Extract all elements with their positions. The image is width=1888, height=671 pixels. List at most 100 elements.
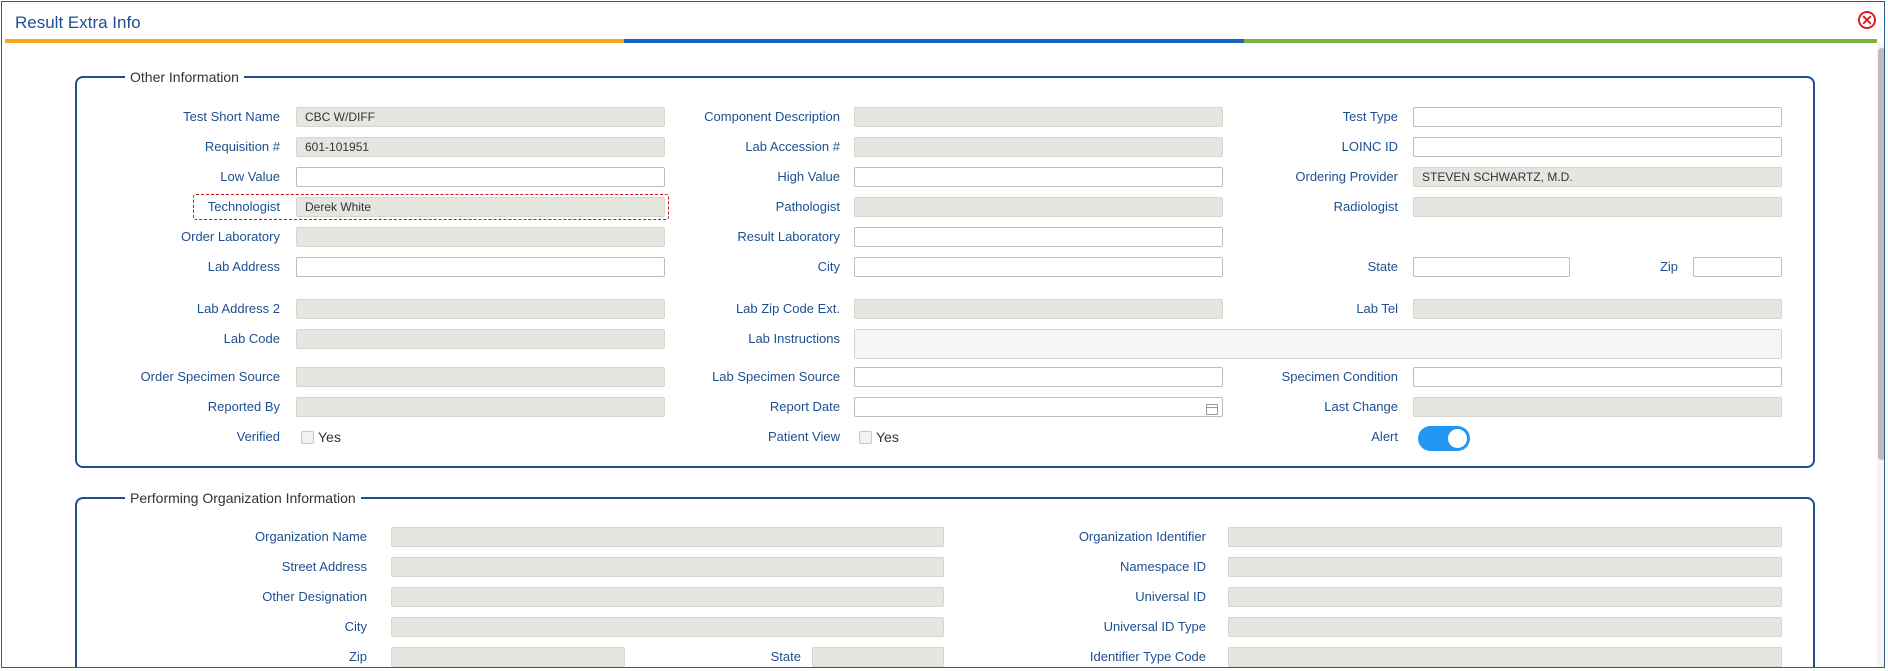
last-change-field[interactable] — [1413, 397, 1782, 417]
zip-label: Zip — [1659, 259, 1678, 274]
test-type-label: Test Type — [1342, 109, 1398, 124]
organization-name-field[interactable] — [391, 527, 944, 547]
lab-specimen-source-field[interactable] — [854, 367, 1223, 387]
header-stripe-green — [1244, 39, 1877, 43]
result-extra-info-dialog: Result Extra Info ✕ Other Information Te… — [1, 1, 1885, 668]
namespace-id-label: Namespace ID — [1120, 559, 1206, 574]
organization-name-label: Organization Name — [255, 529, 367, 544]
org-zip-label: Zip — [348, 649, 367, 664]
dialog-title: Result Extra Info — [15, 13, 141, 32]
high-value-field[interactable] — [854, 167, 1223, 187]
lab-zip-code-ext-field[interactable] — [854, 299, 1223, 319]
test-short-name-field[interactable]: CBC W/DIFF — [296, 107, 665, 127]
close-icon[interactable]: ✕ — [1858, 11, 1876, 29]
ordering-provider-field[interactable]: STEVEN SCHWARTZ, M.D. — [1413, 167, 1782, 187]
lab-accession-field[interactable] — [854, 137, 1223, 157]
lab-address-field[interactable] — [296, 257, 665, 277]
order-specimen-source-label: Order Specimen Source — [140, 369, 280, 384]
verified-label: Verified — [236, 429, 280, 444]
scrollbar-thumb[interactable] — [1878, 48, 1884, 460]
component-description-field[interactable] — [854, 107, 1223, 127]
report-date-label: Report Date — [769, 399, 840, 414]
header-stripe-orange — [5, 39, 624, 43]
patient-view-yes-label: Yes — [876, 429, 899, 445]
ordering-provider-label: Ordering Provider — [1295, 169, 1398, 184]
zip-field[interactable] — [1693, 257, 1782, 277]
result-laboratory-label: Result Laboratory — [737, 229, 840, 244]
performing-organization-legend: Performing Organization Information — [130, 490, 356, 506]
lab-specimen-source-label: Lab Specimen Source — [712, 369, 840, 384]
state-label: State — [1367, 259, 1398, 274]
radiologist-label: Radiologist — [1333, 199, 1398, 214]
low-value-label: Low Value — [220, 169, 280, 184]
calendar-icon[interactable] — [1206, 404, 1218, 415]
report-date-field[interactable] — [854, 397, 1223, 417]
lab-instructions-field[interactable] — [854, 329, 1782, 359]
universal-id-field[interactable] — [1228, 587, 1782, 607]
lab-accession-label: Lab Accession # — [745, 139, 840, 154]
org-city-field[interactable] — [391, 617, 944, 637]
patient-view-label: Patient View — [767, 429, 840, 444]
patient-view-checkbox[interactable] — [859, 431, 872, 444]
organization-identifier-label: Organization Identifier — [1078, 529, 1206, 544]
lab-address-2-field[interactable] — [296, 299, 665, 319]
test-short-name-label: Test Short Name — [183, 109, 280, 124]
identifier-type-code-label: Identifier Type Code — [1089, 649, 1206, 664]
test-type-field[interactable] — [1413, 107, 1782, 127]
lab-tel-field[interactable] — [1413, 299, 1782, 319]
universal-id-type-label: Universal ID Type — [1103, 619, 1206, 634]
verified-checkbox[interactable] — [301, 431, 314, 444]
lab-zip-code-ext-label: Lab Zip Code Ext. — [735, 301, 840, 316]
technologist-field[interactable]: Derek White — [296, 197, 665, 217]
requisition-label: Requisition # — [204, 139, 280, 154]
alert-label: Alert — [1371, 429, 1398, 444]
radiologist-field[interactable] — [1413, 197, 1782, 217]
lab-code-field[interactable] — [296, 329, 665, 349]
identifier-type-code-field[interactable] — [1228, 647, 1782, 667]
header-stripe-blue — [624, 39, 1244, 43]
org-state-field[interactable] — [812, 647, 944, 667]
organization-identifier-field[interactable] — [1228, 527, 1782, 547]
universal-id-label: Universal ID — [1135, 589, 1206, 604]
other-designation-field[interactable] — [391, 587, 944, 607]
component-description-label: Component Description — [704, 109, 840, 124]
last-change-label: Last Change — [1324, 399, 1398, 414]
namespace-id-field[interactable] — [1228, 557, 1782, 577]
lab-address-2-label: Lab Address 2 — [196, 301, 280, 316]
reported-by-label: Reported By — [207, 399, 280, 414]
loinc-id-label: LOINC ID — [1341, 139, 1398, 154]
state-field[interactable] — [1413, 257, 1570, 277]
other-information-legend: Other Information — [130, 69, 239, 85]
result-laboratory-field[interactable] — [854, 227, 1223, 247]
specimen-condition-field[interactable] — [1413, 367, 1782, 387]
org-city-label: City — [344, 619, 367, 634]
performing-organization-group: Performing Organization Information — [75, 490, 1815, 667]
reported-by-field[interactable] — [296, 397, 665, 417]
title-bar: Result Extra Info ✕ — [2, 2, 1884, 42]
low-value-field[interactable] — [296, 167, 665, 187]
city-field[interactable] — [854, 257, 1223, 277]
loinc-id-field[interactable] — [1413, 137, 1782, 157]
street-address-field[interactable] — [391, 557, 944, 577]
order-specimen-source-field[interactable] — [296, 367, 665, 387]
order-laboratory-label: Order Laboratory — [181, 229, 280, 244]
lab-address-label: Lab Address — [207, 259, 280, 274]
specimen-condition-label: Specimen Condition — [1281, 369, 1398, 384]
org-state-label: State — [770, 649, 801, 664]
technologist-label: Technologist — [207, 199, 280, 214]
order-laboratory-field[interactable] — [296, 227, 665, 247]
other-designation-label: Other Designation — [262, 589, 367, 604]
city-label: City — [817, 259, 840, 274]
alert-toggle-knob — [1448, 429, 1467, 448]
lab-tel-label: Lab Tel — [1356, 301, 1398, 316]
verified-yes-label: Yes — [318, 429, 341, 445]
universal-id-type-field[interactable] — [1228, 617, 1782, 637]
pathologist-label: Pathologist — [775, 199, 840, 214]
high-value-label: High Value — [777, 169, 840, 184]
alert-toggle[interactable] — [1418, 426, 1470, 451]
requisition-field[interactable]: 601-101951 — [296, 137, 665, 157]
pathologist-field[interactable] — [854, 197, 1223, 217]
lab-code-label: Lab Code — [223, 331, 280, 346]
lab-instructions-label: Lab Instructions — [748, 331, 840, 346]
org-zip-field[interactable] — [391, 647, 625, 667]
